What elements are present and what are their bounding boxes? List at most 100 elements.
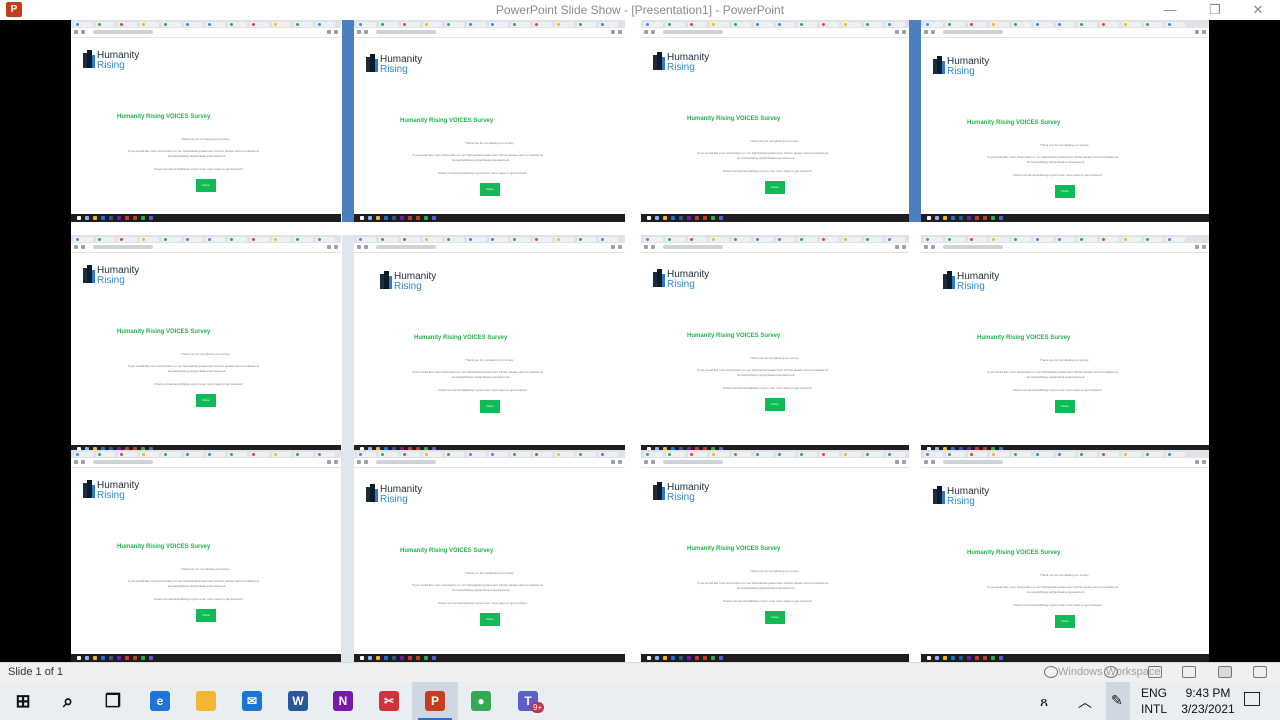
teams-button[interactable]: T 9+ xyxy=(505,682,551,720)
browser-screenshot: Humanity Rising Humanity Rising VOICES Sur… xyxy=(354,450,625,662)
system-clock[interactable]: 9:43 PM 3/23/2021 xyxy=(1173,685,1243,717)
reading-view-icon[interactable] xyxy=(1218,666,1232,678)
chevron-up-icon[interactable]: ︿ xyxy=(1074,682,1096,720)
menu-icon xyxy=(334,460,338,464)
mini-taskbar-icon xyxy=(117,656,121,660)
browser-tab xyxy=(206,22,225,27)
close-button[interactable]: ✕ xyxy=(1238,1,1278,19)
mini-taskbar-icon xyxy=(432,656,436,660)
address-bar xyxy=(641,243,909,253)
address-bar xyxy=(921,243,1209,253)
snip-button[interactable]: ✂ xyxy=(366,682,412,720)
task-view-button[interactable]: ❐ xyxy=(90,682,136,720)
tab-favicon-icon xyxy=(734,23,737,26)
browser-tab xyxy=(184,237,203,242)
word-button[interactable]: W xyxy=(275,682,321,720)
notification-icon[interactable] xyxy=(1238,682,1264,720)
browser-tab xyxy=(1166,452,1185,457)
browser-tab xyxy=(1166,22,1185,27)
browser-tab xyxy=(162,237,181,242)
check-out-text: Check out HumanityRising.org for even mo… xyxy=(723,169,812,173)
file-explorer-button[interactable] xyxy=(183,682,229,720)
info-text-1: If you would like more information on ou… xyxy=(697,151,829,155)
browser-tab xyxy=(140,452,159,457)
reload-icon xyxy=(651,460,655,464)
browser-tab xyxy=(316,452,335,457)
tab-favicon-icon xyxy=(1014,453,1017,456)
browser-tab xyxy=(924,22,943,27)
tab-favicon-icon xyxy=(76,23,79,26)
minimize-button[interactable]: — xyxy=(1150,1,1190,19)
address-url xyxy=(663,245,723,249)
chrome-button[interactable]: ● xyxy=(458,682,504,720)
mini-taskbar-icon xyxy=(991,656,995,660)
powerpoint-icon: P xyxy=(425,691,445,711)
search-icon: ⌕ xyxy=(62,691,74,711)
tab-favicon-icon xyxy=(359,23,362,26)
tab-favicon-icon xyxy=(535,23,538,26)
browser-tab xyxy=(467,452,486,457)
powerpoint-button[interactable]: P xyxy=(412,682,458,720)
tab-favicon-icon xyxy=(800,238,803,241)
browser-tab xyxy=(379,237,398,242)
info-text-1: If you would like more information on ou… xyxy=(987,585,1119,589)
tab-favicon-icon xyxy=(447,453,450,456)
mini-taskbar-icon xyxy=(959,216,963,220)
clock-time: 9:43 PM xyxy=(1185,686,1231,700)
browser-tab xyxy=(184,22,203,27)
tab-favicon-icon xyxy=(888,23,891,26)
back-icon xyxy=(924,460,928,464)
browser-tab xyxy=(316,22,335,27)
address-url xyxy=(93,30,153,34)
mini-taskbar-icon xyxy=(384,656,388,660)
browser-tab xyxy=(118,22,137,27)
start-button[interactable]: ⊞ xyxy=(0,682,46,720)
language-indicator[interactable]: ENG INTL xyxy=(1141,685,1167,717)
tab-favicon-icon xyxy=(1124,238,1127,241)
tab-favicon-icon xyxy=(601,453,604,456)
profile-icon xyxy=(611,460,615,464)
browser-tab xyxy=(1166,237,1185,242)
tab-favicon-icon xyxy=(1036,238,1039,241)
browser-tab xyxy=(96,237,115,242)
address-url xyxy=(93,460,153,464)
slide-sorter-icon[interactable] xyxy=(1182,666,1196,678)
tab-favicon-icon xyxy=(1102,23,1105,26)
tab-favicon-icon xyxy=(948,238,951,241)
pen-workspace-icon[interactable]: ✎ xyxy=(1106,682,1130,720)
slide-indicator: Slide 1 of 1 xyxy=(8,666,64,678)
normal-view-icon[interactable] xyxy=(1148,666,1162,678)
back-icon xyxy=(74,30,78,34)
mini-taskbar-icon xyxy=(935,656,939,660)
back-icon xyxy=(924,30,928,34)
search-button[interactable]: ⌕ xyxy=(45,682,91,720)
tab-favicon-icon xyxy=(1168,23,1171,26)
restore-button[interactable]: ❐ xyxy=(1195,1,1235,19)
logo-accent-icon xyxy=(942,491,945,504)
previous-slide-icon[interactable] xyxy=(1044,666,1058,678)
browser-tab xyxy=(1012,237,1031,242)
next-slide-icon[interactable] xyxy=(1104,666,1118,678)
mail-icon: ✉ xyxy=(242,691,262,711)
browser-tab xyxy=(710,452,729,457)
mail-button[interactable]: ✉ xyxy=(229,682,275,720)
tab-favicon-icon xyxy=(252,453,255,456)
slide[interactable]: Humanity Rising Humanity Rising VOICES Sur… xyxy=(71,20,1209,662)
menu-icon xyxy=(1202,245,1206,249)
browser-tab xyxy=(776,22,795,27)
browser-tab xyxy=(946,237,965,242)
profile-icon xyxy=(327,460,331,464)
slide-show-icon[interactable] xyxy=(1253,666,1267,678)
onenote-button[interactable]: N xyxy=(320,682,366,720)
tab-favicon-icon xyxy=(186,23,189,26)
mini-taskbar-icon xyxy=(671,216,675,220)
edge-button[interactable]: e xyxy=(137,682,183,720)
back-icon xyxy=(357,245,361,249)
tab-favicon-icon xyxy=(208,23,211,26)
people-icon[interactable]: ጸ xyxy=(1036,682,1058,720)
tab-favicon-icon xyxy=(186,453,189,456)
tab-favicon-icon xyxy=(274,238,277,241)
slide-show-stage[interactable]: Humanity Rising Humanity Rising VOICES Sur… xyxy=(0,20,1280,662)
tab-favicon-icon xyxy=(1146,453,1149,456)
tab-favicon-icon xyxy=(76,238,79,241)
